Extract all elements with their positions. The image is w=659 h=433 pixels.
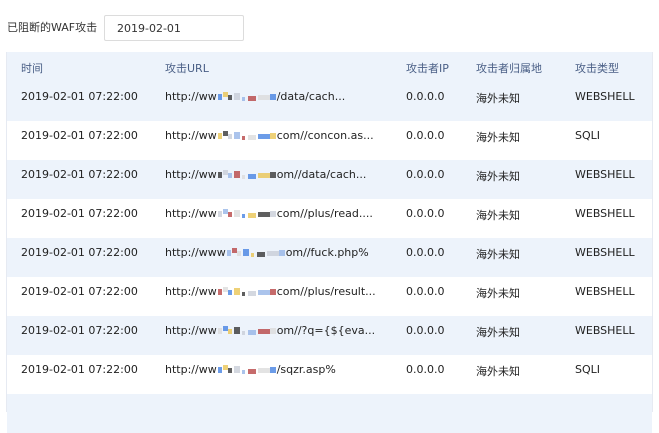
url-prefix: http://ww: [165, 363, 217, 376]
redacted-url-mask: [217, 364, 276, 376]
cell-ip: 0.0.0.0: [406, 363, 445, 376]
cell-location: 海外未知: [476, 170, 520, 183]
column-header-time: 时间: [21, 62, 43, 75]
url-prefix: http://ww: [165, 129, 217, 142]
redacted-url-mask: [217, 208, 276, 220]
cell-location: 海外未知: [476, 248, 520, 261]
redacted-url-mask: [217, 130, 276, 142]
cell-location: 海外未知: [476, 92, 520, 105]
cell-ip: 0.0.0.0: [406, 285, 445, 298]
url-suffix: com//plus/read....: [276, 207, 373, 220]
cell-ip: 0.0.0.0: [406, 168, 445, 181]
table-row[interactable]: 2019-02-01 07:22:00 http://ww com//plus/re…: [7, 199, 652, 238]
cell-type: WEBSHELL: [575, 207, 635, 220]
cell-type: WEBSHELL: [575, 285, 635, 298]
redacted-url-mask: [217, 169, 276, 181]
cell-url: http://ww/sqzr.asp%: [165, 363, 395, 376]
attack-filter-label: 已阻断的WAF攻击: [7, 21, 98, 34]
cell-ip: 0.0.0.0: [406, 207, 445, 220]
cell-url: http://ww com//plus/read....: [165, 207, 395, 220]
cell-location: 海外未知: [476, 287, 520, 300]
table-row[interactable]: 2019-02-01 07:22:00 http://ww com//concon.…: [7, 121, 652, 160]
redacted-url-mask: [217, 91, 276, 103]
url-prefix: http://ww: [165, 90, 217, 103]
table-header: 时间 攻击URL 攻击者IP 攻击者归属地 攻击类型: [7, 52, 652, 82]
table-row[interactable]: 2019-02-01 07:22:00 http://ww com//plus/re…: [7, 277, 652, 316]
cell-time: 2019-02-01 07:22:00: [21, 285, 138, 298]
cell-location: 海外未知: [476, 326, 520, 339]
cell-type: WEBSHELL: [575, 90, 635, 103]
waf-attack-table: 时间 攻击URL 攻击者IP 攻击者归属地 攻击类型 2019-02-01 07…: [6, 52, 653, 433]
cell-type: SQLI: [575, 129, 601, 142]
url-suffix: com//plus/result...: [276, 285, 376, 298]
cell-time: 2019-02-01 07:22:00: [21, 129, 138, 142]
table-row[interactable]: 2019-02-01 07:22:00 http://ww/data/cach..…: [7, 82, 652, 121]
cell-type: SQLI: [575, 363, 601, 376]
redacted-url-mask: [217, 325, 276, 337]
cell-ip: 0.0.0.0: [406, 129, 445, 142]
table-row[interactable]: 2019-02-01 07:22:00 http://ww/sqzr.asp% 0.…: [7, 355, 652, 394]
url-suffix: /sqzr.asp%: [276, 363, 336, 376]
url-prefix: http://www: [165, 246, 226, 259]
cell-time: 2019-02-01 07:22:00: [21, 207, 138, 220]
redacted-url-mask: [217, 286, 276, 298]
table-row[interactable]: 2019-02-01 07:22:00 http://www om//fuck.ph…: [7, 238, 652, 277]
cell-location: 海外未知: [476, 131, 520, 144]
cell-url: http://ww com//plus/result...: [165, 285, 395, 298]
cell-ip: 0.0.0.0: [406, 324, 445, 337]
redacted-url-mask: [226, 247, 285, 259]
column-header-url: 攻击URL: [165, 62, 209, 75]
cell-time: 2019-02-01 07:22:00: [21, 363, 138, 376]
cell-url: http://ww/data/cach...: [165, 90, 395, 103]
cell-url: http://ww om//?q={${eva...: [165, 324, 395, 337]
url-suffix: com//concon.as...: [276, 129, 374, 142]
column-header-ip: 攻击者IP: [406, 62, 449, 75]
url-prefix: http://ww: [165, 324, 217, 337]
url-suffix: om//?q={${eva...: [276, 324, 376, 337]
cell-time: 2019-02-01 07:22:00: [21, 90, 138, 103]
cell-url: http://ww com//concon.as...: [165, 129, 395, 142]
url-prefix: http://ww: [165, 207, 217, 220]
cell-time: 2019-02-01 07:22:00: [21, 246, 138, 259]
column-header-type: 攻击类型: [575, 62, 619, 75]
cell-ip: 0.0.0.0: [406, 90, 445, 103]
url-suffix: om//fuck.php%: [285, 246, 369, 259]
url-suffix: om//data/cach...: [276, 168, 367, 181]
cell-url: http://www om//fuck.php%: [165, 246, 395, 259]
cell-time: 2019-02-01 07:22:00: [21, 168, 138, 181]
table-row[interactable]: 2019-02-01 07:22:00 http://ww om//?q={${ev…: [7, 316, 652, 355]
cell-location: 海外未知: [476, 365, 520, 378]
date-input[interactable]: [104, 15, 244, 41]
column-header-location: 攻击者归属地: [476, 62, 542, 75]
cell-type: WEBSHELL: [575, 324, 635, 337]
cell-url: http://ww om//data/cach...: [165, 168, 395, 181]
cell-type: WEBSHELL: [575, 246, 635, 259]
url-prefix: http://ww: [165, 168, 217, 181]
cell-ip: 0.0.0.0: [406, 246, 445, 259]
cell-type: WEBSHELL: [575, 168, 635, 181]
url-prefix: http://ww: [165, 285, 217, 298]
cell-location: 海外未知: [476, 209, 520, 222]
table-row[interactable]: 2019-02-01 07:22:00 http://ww om//data/cac…: [7, 160, 652, 199]
cell-time: 2019-02-01 07:22:00: [21, 324, 138, 337]
url-suffix: /data/cach...: [276, 90, 346, 103]
